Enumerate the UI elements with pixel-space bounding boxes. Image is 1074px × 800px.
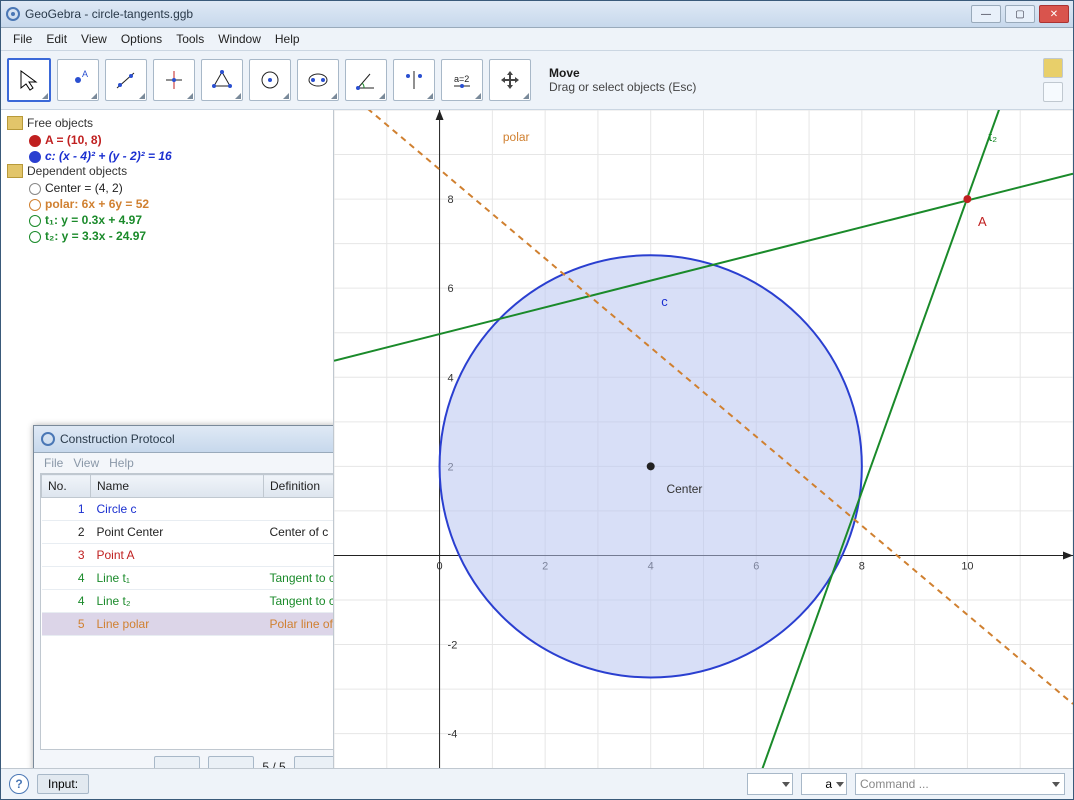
col-name[interactable]: Name (91, 475, 264, 498)
obj-t1[interactable]: t₁: y = 0.3x + 4.97 (7, 212, 327, 228)
svg-text:10: 10 (961, 560, 973, 572)
protocol-row[interactable]: 1Circle c (42, 498, 335, 521)
obj-polar[interactable]: polar: 6x + 6y = 52 (7, 196, 327, 212)
svg-text:4: 4 (448, 372, 454, 384)
protocol-row[interactable]: 5Line polarPolar line of A relative to c (42, 613, 335, 636)
svg-text:t₂: t₂ (989, 129, 998, 144)
svg-text:A: A (82, 69, 88, 79)
protocol-row[interactable]: 2Point CenterCenter of c (42, 521, 335, 544)
dialog-icon (40, 431, 56, 447)
dialog-menu-view[interactable]: View (69, 454, 103, 472)
symbol-dropdown-2[interactable]: a (801, 773, 847, 795)
status-bar: ? Input: a Command ... (1, 768, 1073, 799)
graphics-options-icon[interactable] (1043, 58, 1063, 78)
protocol-row[interactable]: 4Line t₂Tangent to c through A (42, 590, 335, 613)
help-icon[interactable]: ? (9, 774, 29, 794)
undo-icon[interactable] (1043, 82, 1063, 102)
folder-icon (7, 116, 23, 130)
dialog-titlebar[interactable]: Construction Protocol (34, 426, 334, 453)
tool-move-button[interactable] (7, 58, 51, 102)
menu-bar: File Edit View Options Tools Window Help (1, 28, 1073, 51)
symbol-dropdown-1[interactable] (747, 773, 793, 795)
svg-text:Center: Center (667, 482, 703, 496)
app-icon (5, 6, 21, 22)
window-minimize-button[interactable]: — (971, 5, 1001, 23)
nav-next-button[interactable] (294, 756, 334, 768)
menu-view[interactable]: View (75, 30, 113, 48)
nav-prev-button[interactable] (208, 756, 254, 768)
main-area: Free objects A = (10, 8) c: (x - 4)² + (… (1, 110, 1073, 768)
svg-text:0: 0 (437, 560, 443, 572)
protocol-row[interactable]: 4Line t₁Tangent to c through A (42, 567, 335, 590)
svg-text:-4: -4 (448, 729, 458, 741)
dependent-objects-header[interactable]: Dependent objects (7, 164, 327, 178)
svg-text:8: 8 (448, 194, 454, 206)
svg-text:c: c (661, 294, 668, 309)
menu-tools[interactable]: Tools (170, 30, 210, 48)
obj-t2[interactable]: t₂: y = 3.3x - 24.97 (7, 228, 327, 244)
tool-point-button[interactable]: A (57, 59, 99, 101)
tool-polygon-button[interactable] (201, 59, 243, 101)
svg-text:-2: -2 (448, 640, 458, 652)
obj-A[interactable]: A = (10, 8) (7, 132, 327, 148)
col-definition[interactable]: Definition (264, 475, 335, 498)
obj-center[interactable]: Center = (4, 2) (7, 180, 327, 196)
tool-angle-button[interactable] (345, 59, 387, 101)
menu-file[interactable]: File (7, 30, 38, 48)
command-dropdown[interactable]: Command ... (855, 773, 1065, 795)
menu-edit[interactable]: Edit (40, 30, 73, 48)
tool-ellipse-button[interactable] (297, 59, 339, 101)
dialog-menu-bar: File View Help (34, 453, 334, 473)
col-no[interactable]: No. (42, 475, 91, 498)
nav-step-label: 5 / 5 (262, 760, 285, 768)
window-close-button[interactable]: ✕ (1039, 5, 1069, 23)
construction-protocol-dialog[interactable]: Construction Protocol File View Help No.… (33, 425, 334, 768)
graphics-view[interactable]: 0246810-4-22468cCenterApolart₂ (334, 110, 1073, 768)
svg-text:a=2: a=2 (454, 74, 469, 84)
toolbar: A a=2 Move Drag or select (1, 51, 1073, 110)
tool-line-button[interactable] (105, 59, 147, 101)
menu-window[interactable]: Window (212, 30, 267, 48)
input-button[interactable]: Input: (37, 774, 89, 794)
window-title: GeoGebra - circle-tangents.ggb (25, 7, 193, 21)
algebra-view[interactable]: Free objects A = (10, 8) c: (x - 4)² + (… (1, 110, 334, 768)
svg-text:8: 8 (859, 560, 865, 572)
svg-text:polar: polar (503, 130, 530, 144)
svg-text:6: 6 (448, 283, 454, 295)
app-window: GeoGebra - circle-tangents.ggb — ▢ ✕ Fil… (0, 0, 1074, 800)
window-maximize-button[interactable]: ▢ (1005, 5, 1035, 23)
dialog-nav: 5 / 5 (34, 750, 334, 768)
protocol-row[interactable]: 3Point A (42, 544, 335, 567)
chevron-down-icon (1052, 782, 1060, 787)
dialog-menu-help[interactable]: Help (105, 454, 138, 472)
chevron-down-icon (782, 782, 790, 787)
free-objects-header[interactable]: Free objects (7, 116, 327, 130)
dialog-title: Construction Protocol (60, 432, 175, 446)
tool-slider-button[interactable]: a=2 (441, 59, 483, 101)
tool-move-view-button[interactable] (489, 59, 531, 101)
window-titlebar: GeoGebra - circle-tangents.ggb — ▢ ✕ (1, 1, 1073, 28)
svg-text:A: A (978, 214, 987, 229)
protocol-table[interactable]: No. Name Definition 1Circle c2Point Cent… (40, 473, 334, 750)
menu-help[interactable]: Help (269, 30, 306, 48)
menu-options[interactable]: Options (115, 30, 168, 48)
tool-reflect-button[interactable] (393, 59, 435, 101)
dialog-menu-file[interactable]: File (40, 454, 67, 472)
tool-hint-panel: Move Drag or select objects (Esc) (537, 66, 1037, 94)
tool-hint-title: Move (549, 66, 1037, 80)
chevron-down-icon (836, 782, 844, 787)
tool-perpendicular-button[interactable] (153, 59, 195, 101)
nav-first-button[interactable] (154, 756, 200, 768)
tool-circle-button[interactable] (249, 59, 291, 101)
tool-dropdown-icon (42, 93, 48, 99)
tool-hint-sub: Drag or select objects (Esc) (549, 80, 1037, 94)
graphics-canvas[interactable]: 0246810-4-22468cCenterApolart₂ (334, 110, 1073, 768)
folder-icon (7, 164, 23, 178)
obj-c[interactable]: c: (x - 4)² + (y - 2)² = 16 (7, 148, 327, 164)
